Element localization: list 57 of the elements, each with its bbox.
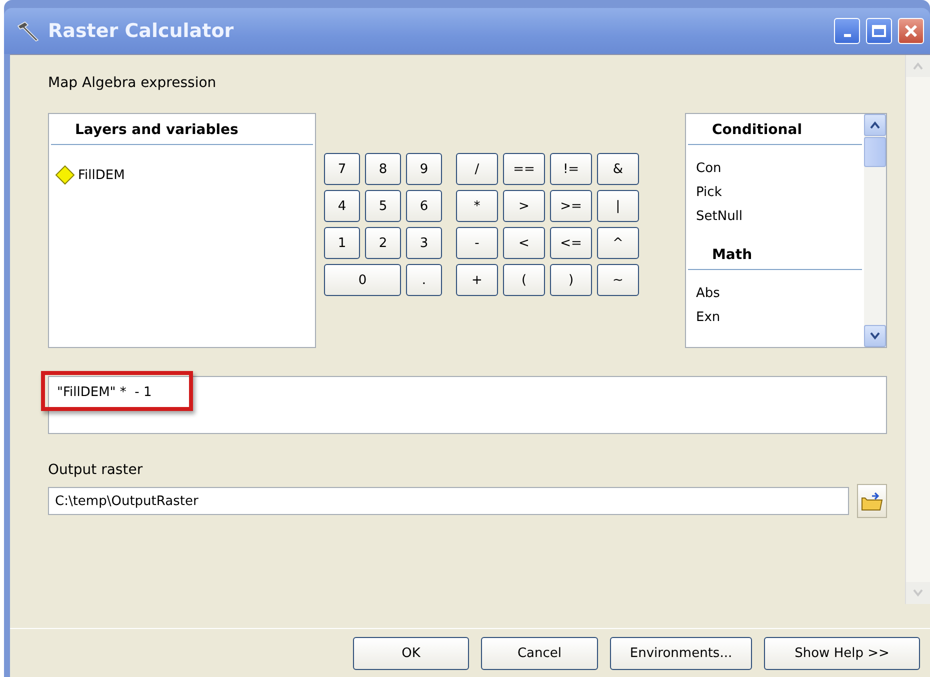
folder-icon xyxy=(860,490,884,512)
close-button[interactable] xyxy=(898,18,924,44)
operator-key[interactable]: | xyxy=(597,190,639,222)
dialog-button[interactable]: Cancel xyxy=(481,636,598,670)
output-field[interactable]: C:\temp\OutputRaster xyxy=(48,487,849,515)
keypad-key[interactable]: 3 xyxy=(406,227,442,259)
maximize-button[interactable] xyxy=(866,18,892,44)
dialog-button[interactable]: Environments... xyxy=(610,636,752,670)
operator-key[interactable]: * xyxy=(456,190,498,222)
scroll-thumb[interactable] xyxy=(864,137,886,167)
group-header: Math xyxy=(688,239,862,270)
layer-item[interactable]: FillDEM xyxy=(49,145,315,205)
expression-field[interactable]: "FillDEM" * - 1 xyxy=(48,376,887,434)
keypad-key[interactable]: 8 xyxy=(365,153,401,185)
operator-key[interactable]: < xyxy=(503,227,545,259)
list-header: Layers and variables xyxy=(51,114,313,145)
browse-button[interactable] xyxy=(857,484,887,518)
operator-key[interactable]: ) xyxy=(550,264,592,296)
group-header: Conditional xyxy=(688,114,862,145)
function-item[interactable]: Exn xyxy=(686,306,864,330)
minimize-button[interactable] xyxy=(834,18,860,44)
keypad-key[interactable]: 7 xyxy=(324,153,360,185)
minimize-icon xyxy=(844,34,850,36)
operator-key[interactable]: + xyxy=(456,264,498,296)
maximize-icon xyxy=(871,24,887,38)
function-item[interactable]: SetNull xyxy=(686,205,864,229)
keypad-key[interactable]: 5 xyxy=(365,190,401,222)
dialog-button[interactable]: Show Help >> xyxy=(764,636,920,670)
function-item[interactable]: Con xyxy=(686,157,864,181)
operator-key[interactable]: / xyxy=(456,153,498,185)
function-item[interactable]: Pick xyxy=(686,181,864,205)
scrollbar[interactable] xyxy=(864,114,886,347)
operator-key[interactable]: ^ xyxy=(597,227,639,259)
close-icon xyxy=(903,23,919,39)
operator-key[interactable]: & xyxy=(597,153,639,185)
keypad-key[interactable]: 9 xyxy=(406,153,442,185)
keypad-key[interactable]: 6 xyxy=(406,190,442,222)
operator-key[interactable]: <= xyxy=(550,227,592,259)
operator-key[interactable]: > xyxy=(503,190,545,222)
keypad-key[interactable]: 1 xyxy=(324,227,360,259)
operator-key[interactable]: != xyxy=(550,153,592,185)
scrollbar[interactable] xyxy=(905,55,930,604)
operator-key[interactable]: >= xyxy=(550,190,592,222)
dialog-button[interactable]: OK xyxy=(353,636,469,670)
operator-key[interactable]: == xyxy=(503,153,545,185)
operator-key[interactable]: - xyxy=(456,227,498,259)
keypad-key[interactable]: 4 xyxy=(324,190,360,222)
function-item[interactable]: Abs xyxy=(686,282,864,306)
output-label: Output raster xyxy=(48,462,144,478)
keypad-key[interactable]: 0 xyxy=(324,264,401,296)
operator-key[interactable]: ( xyxy=(503,264,545,296)
diamond-icon xyxy=(55,165,75,185)
keypad-key[interactable]: 2 xyxy=(365,227,401,259)
keypad-key[interactable]: . xyxy=(406,264,442,296)
operator-key[interactable]: ~ xyxy=(597,264,639,296)
expression-label: Map Algebra expression xyxy=(48,75,218,91)
window-title: Raster Calculator xyxy=(48,20,235,42)
